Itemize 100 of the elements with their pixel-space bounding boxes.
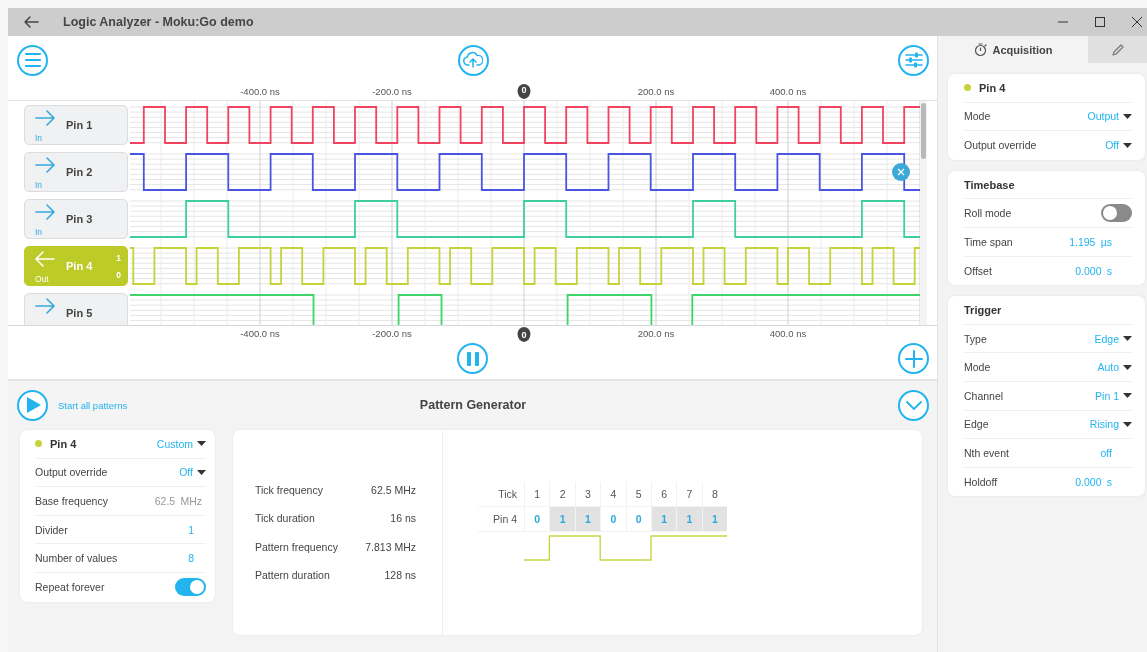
trigger-marker[interactable]: 0	[517, 327, 531, 342]
bit-cell[interactable]: 0	[600, 507, 626, 532]
arrow-left-icon	[35, 251, 55, 267]
bit-cell[interactable]: 1	[701, 507, 728, 532]
field-label: Nth event	[964, 446, 1009, 459]
field-label: Type	[964, 332, 987, 345]
field-label: Edge	[964, 418, 989, 431]
trigger-marker[interactable]: 0	[517, 84, 531, 99]
field-label: Holdoff	[964, 476, 998, 488]
row-label: Tick	[478, 482, 524, 507]
section-title: Trigger	[964, 303, 1002, 316]
field-label: Roll mode	[964, 207, 1012, 220]
play-icon	[24, 396, 41, 414]
toggle-switch[interactable]	[175, 578, 206, 597]
tick-number: 4	[600, 482, 626, 507]
dropdown[interactable]: Custom	[156, 437, 206, 450]
dropdown[interactable]: Rising	[1089, 418, 1132, 431]
sliders-icon	[904, 51, 923, 69]
caret-icon	[1123, 336, 1132, 342]
stat-label: Pattern frequency	[255, 540, 339, 553]
back-arrow-icon[interactable]	[23, 15, 39, 29]
cloud-upload-button[interactable]	[457, 44, 489, 76]
section-title: Pattern Generator	[419, 398, 527, 412]
dropdown[interactable]: Off	[179, 466, 206, 479]
axis-label: 400.0 ns	[769, 86, 807, 97]
channel-name: Pin 2	[66, 166, 93, 178]
direction-label: In	[35, 227, 43, 237]
field-label: Divider	[35, 523, 68, 536]
arrow-right-icon	[35, 298, 55, 314]
value-field[interactable]: 1	[188, 523, 194, 536]
dropdown[interactable]: Pin 1	[1095, 389, 1132, 402]
caret-icon	[197, 441, 206, 447]
pencil-icon	[1110, 42, 1125, 57]
tab[interactable]	[1088, 36, 1147, 63]
channel-label[interactable]: In Pin 1	[24, 105, 128, 145]
axis-label: 400.0 ns	[769, 328, 807, 339]
scrollbar-thumb[interactable]	[921, 103, 926, 159]
tick-number: 1	[524, 482, 550, 507]
level-label: 1	[116, 253, 121, 263]
field-label: Base frequency	[35, 495, 108, 507]
channel-label[interactable]: In Pin 2	[24, 152, 128, 192]
collapse-button[interactable]	[898, 389, 929, 421]
caret-icon	[197, 469, 206, 475]
plus-icon	[904, 349, 923, 368]
maximize-icon[interactable]	[1094, 16, 1106, 28]
direction-label: In	[35, 180, 43, 190]
caret-icon	[1123, 364, 1132, 370]
dropdown[interactable]: Off	[1105, 139, 1132, 152]
direction-label: In	[35, 133, 43, 143]
toggle-switch[interactable]	[1101, 204, 1132, 223]
channel-name: Pin 4	[66, 260, 93, 272]
play-button[interactable]	[17, 389, 48, 421]
dropdown[interactable]: Edge	[1094, 332, 1132, 345]
value-field[interactable]: 1.195 µs	[1069, 235, 1112, 248]
channel-name: Pin 1	[66, 119, 93, 131]
dropdown[interactable]: Auto	[1097, 361, 1132, 374]
stat-label: Tick duration	[255, 512, 316, 525]
value-field[interactable]: off	[1100, 446, 1112, 459]
stopwatch-icon	[973, 42, 988, 57]
bit-cell[interactable]: 1	[549, 507, 575, 532]
settings-button[interactable]	[898, 44, 929, 76]
value-field[interactable]: 0.000 s	[1075, 476, 1112, 488]
axis-label: -200.0 ns	[372, 328, 412, 339]
stat-label: Tick frequency	[255, 483, 324, 496]
pause-icon	[464, 350, 481, 367]
stat-label: Pattern duration	[255, 569, 331, 582]
stat-value: 62.5 MHz	[370, 483, 416, 496]
stat-value: 128 ns	[383, 569, 416, 582]
dropdown[interactable]: Output	[1087, 110, 1132, 123]
bit-cell[interactable]: 1	[650, 507, 677, 532]
stat-value: 16 ns	[389, 512, 416, 525]
add-button[interactable]	[898, 343, 929, 374]
start-patterns-link[interactable]: Start all patterns	[58, 399, 128, 411]
field-label: Time span	[964, 235, 1013, 248]
bit-cell[interactable]: 0	[625, 507, 651, 532]
cloud-upload-icon	[463, 51, 483, 69]
arrow-right-icon	[35, 157, 55, 173]
pin-title: Pin 4	[50, 437, 77, 450]
value-field[interactable]: 8	[188, 552, 194, 565]
pause-button[interactable]	[457, 343, 488, 374]
menu-icon	[23, 51, 42, 69]
window-title: Logic Analyzer - Moku:Go demo	[63, 15, 254, 29]
field-label: Repeat forever	[35, 581, 105, 594]
menu-button[interactable]	[17, 44, 48, 76]
channel-label[interactable]: In Pin 3	[24, 199, 128, 239]
value-field[interactable]: 0.000 s	[1075, 264, 1112, 277]
close-icon[interactable]	[1131, 16, 1143, 28]
bit-cell[interactable]: 1	[574, 507, 601, 532]
channel-label[interactable]: Out Pin 4 1 0	[24, 246, 128, 286]
channel-label[interactable]: Pin 5	[24, 293, 128, 325]
tick-number: 5	[625, 482, 651, 507]
field-label: Mode	[964, 110, 991, 123]
caret-icon	[1123, 143, 1132, 148]
field-label: Offset	[964, 264, 992, 277]
level-label: 0	[116, 270, 121, 280]
field-label: Number of values	[35, 552, 118, 565]
arrow-right-icon	[35, 110, 55, 126]
bit-cell[interactable]: 1	[676, 507, 702, 532]
arrow-right-icon	[35, 204, 55, 220]
direction-label: Out	[35, 274, 49, 284]
